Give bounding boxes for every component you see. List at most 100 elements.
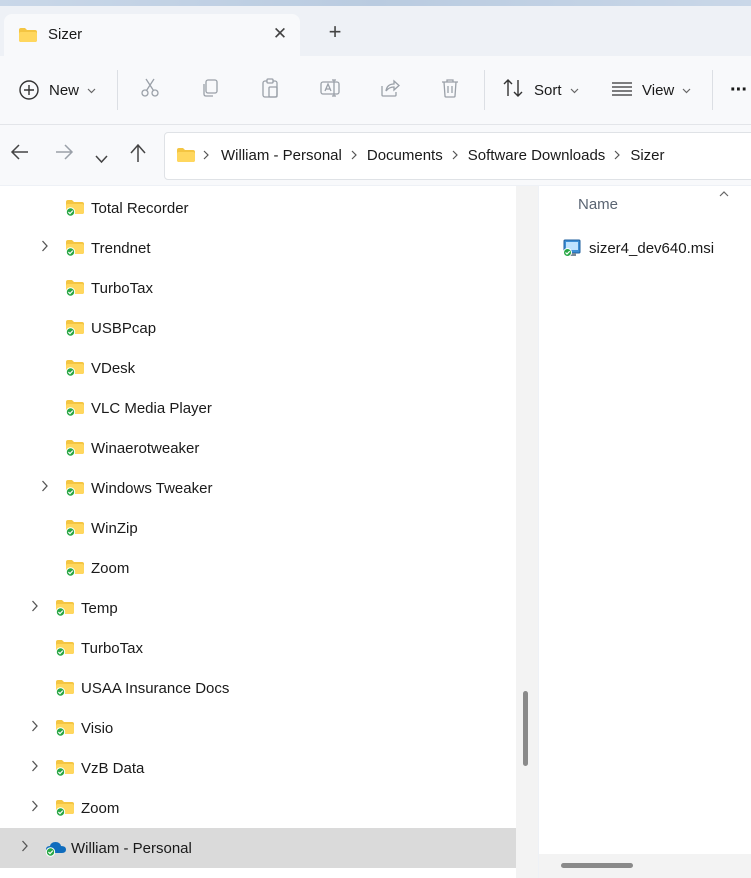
file-item[interactable]: sizer4_dev640.msi	[563, 236, 714, 260]
breadcrumb-item[interactable]: Software Downloads	[468, 147, 606, 164]
tree-item[interactable]: Zoom	[0, 788, 516, 828]
tree-item[interactable]: Trendnet	[0, 228, 516, 268]
chevron-right-icon[interactable]	[29, 800, 41, 814]
cut-icon	[139, 77, 161, 104]
view-button[interactable]: View	[611, 56, 691, 124]
breadcrumb-item[interactable]: Documents	[367, 147, 443, 164]
up-arrow-icon	[130, 143, 146, 162]
tree-item[interactable]: WinZip	[0, 508, 516, 548]
tree-item-label: Zoom	[81, 800, 120, 817]
chevron-right-icon[interactable]	[29, 760, 41, 774]
tree-item-label: Zoom	[91, 560, 130, 577]
sort-ascending-indicator	[719, 184, 729, 200]
navigation-pane-scrollbar[interactable]	[516, 186, 538, 878]
tree-item[interactable]: Winaerotweaker	[0, 428, 516, 468]
chevron-down-icon	[95, 155, 108, 164]
tree-item-label: VzB Data	[81, 760, 145, 777]
tree-item-label: WinZip	[91, 520, 138, 537]
tree-item[interactable]: Visio	[0, 708, 516, 748]
synced-folder-icon	[65, 559, 85, 582]
cut-button[interactable]	[139, 56, 161, 124]
delete-button[interactable]	[439, 56, 461, 124]
toolbar-divider	[117, 70, 118, 110]
breadcrumb-item[interactable]: Sizer	[630, 147, 664, 164]
scrollbar-thumb[interactable]	[523, 691, 528, 766]
synced-folder-icon	[55, 799, 75, 822]
scrollbar-thumb[interactable]	[561, 863, 633, 868]
chevron-right-icon[interactable]	[29, 600, 41, 614]
toolbar-divider	[712, 70, 713, 110]
tree-item[interactable]: William - Personal	[0, 828, 516, 868]
tree-item[interactable]: USAA Insurance Docs	[0, 668, 516, 708]
rename-button[interactable]	[319, 56, 341, 124]
synced-folder-icon	[55, 679, 75, 702]
recent-locations-button[interactable]	[95, 147, 108, 170]
chevron-right-icon[interactable]	[39, 240, 51, 254]
forward-arrow-icon	[56, 144, 74, 160]
tree-item-label: USAA Insurance Docs	[81, 680, 230, 697]
address-bar[interactable]: William - Personal Documents Software Do…	[164, 132, 751, 180]
breadcrumb: William - Personal Documents Software Do…	[221, 147, 665, 164]
tree-item-label: TurboTax	[81, 640, 143, 657]
delete-icon	[439, 77, 461, 104]
chevron-right-icon	[614, 149, 621, 163]
tree-item[interactable]: TurboTax	[0, 268, 516, 308]
tree-item-label: Visio	[81, 720, 114, 737]
back-button[interactable]	[10, 143, 30, 167]
sort-label: Sort	[534, 81, 562, 99]
tree-item[interactable]: VLC Media Player	[0, 388, 516, 428]
synced-folder-icon	[65, 239, 85, 262]
share-button[interactable]	[379, 56, 401, 124]
synced-folder-icon	[65, 439, 85, 462]
view-icon	[611, 77, 633, 104]
chevron-down-icon	[682, 81, 691, 99]
tree-item[interactable]: Total Recorder	[0, 188, 516, 228]
chevron-right-icon[interactable]	[39, 480, 51, 494]
tree-item[interactable]: Zoom	[0, 548, 516, 588]
breadcrumb-separator	[203, 149, 210, 163]
synced-folder-icon	[65, 519, 85, 542]
close-tab-icon[interactable]: ✕	[270, 24, 290, 44]
tree-item[interactable]: VzB Data	[0, 748, 516, 788]
command-bar: New Sort View ···	[0, 56, 751, 125]
tree-item[interactable]: USBPcap	[0, 308, 516, 348]
more-icon: ···	[730, 78, 748, 101]
address-bar-row: William - Personal Documents Software Do…	[0, 125, 751, 185]
toolbar-divider	[484, 70, 485, 110]
tree-item-label: Trendnet	[91, 240, 151, 257]
tree-item-label: USBPcap	[91, 320, 157, 337]
tree-item[interactable]: VDesk	[0, 348, 516, 388]
tree-item[interactable]: Temp	[0, 588, 516, 628]
synced-folder-icon	[65, 359, 85, 382]
paste-button[interactable]	[259, 56, 281, 124]
breadcrumb-item[interactable]: William - Personal	[221, 147, 342, 164]
file-name: sizer4_dev640.msi	[589, 239, 715, 257]
chevron-right-icon[interactable]	[29, 720, 41, 734]
tree-item-label: Winaerotweaker	[91, 440, 200, 457]
msi-installer-icon	[563, 239, 581, 257]
view-label: View	[642, 81, 675, 99]
tab-bar: Sizer ✕ +	[0, 6, 751, 56]
paste-icon	[259, 77, 281, 104]
tab-sizer[interactable]: Sizer ✕	[4, 14, 300, 56]
up-button[interactable]	[129, 143, 147, 169]
share-icon	[379, 77, 401, 104]
back-arrow-icon	[10, 144, 28, 160]
sort-button[interactable]: Sort	[502, 56, 579, 124]
tree-item-label: Windows Tweaker	[91, 480, 213, 497]
new-button[interactable]: New	[18, 56, 96, 124]
folder-icon	[18, 27, 38, 48]
chevron-down-icon	[570, 81, 579, 99]
forward-button[interactable]	[54, 143, 74, 167]
chevron-right-icon[interactable]	[19, 840, 31, 854]
column-header-name[interactable]: Name	[578, 196, 618, 213]
more-options-button[interactable]: ···	[730, 56, 748, 124]
new-tab-button[interactable]: +	[325, 21, 345, 43]
add-icon	[18, 79, 40, 101]
tree-item[interactable]: Windows Tweaker	[0, 468, 516, 508]
tree-item-label: TurboTax	[91, 280, 153, 297]
new-label: New	[49, 81, 80, 99]
copy-button[interactable]	[199, 56, 221, 124]
file-list-horizontal-scrollbar[interactable]	[539, 854, 751, 878]
tree-item[interactable]: TurboTax	[0, 628, 516, 668]
